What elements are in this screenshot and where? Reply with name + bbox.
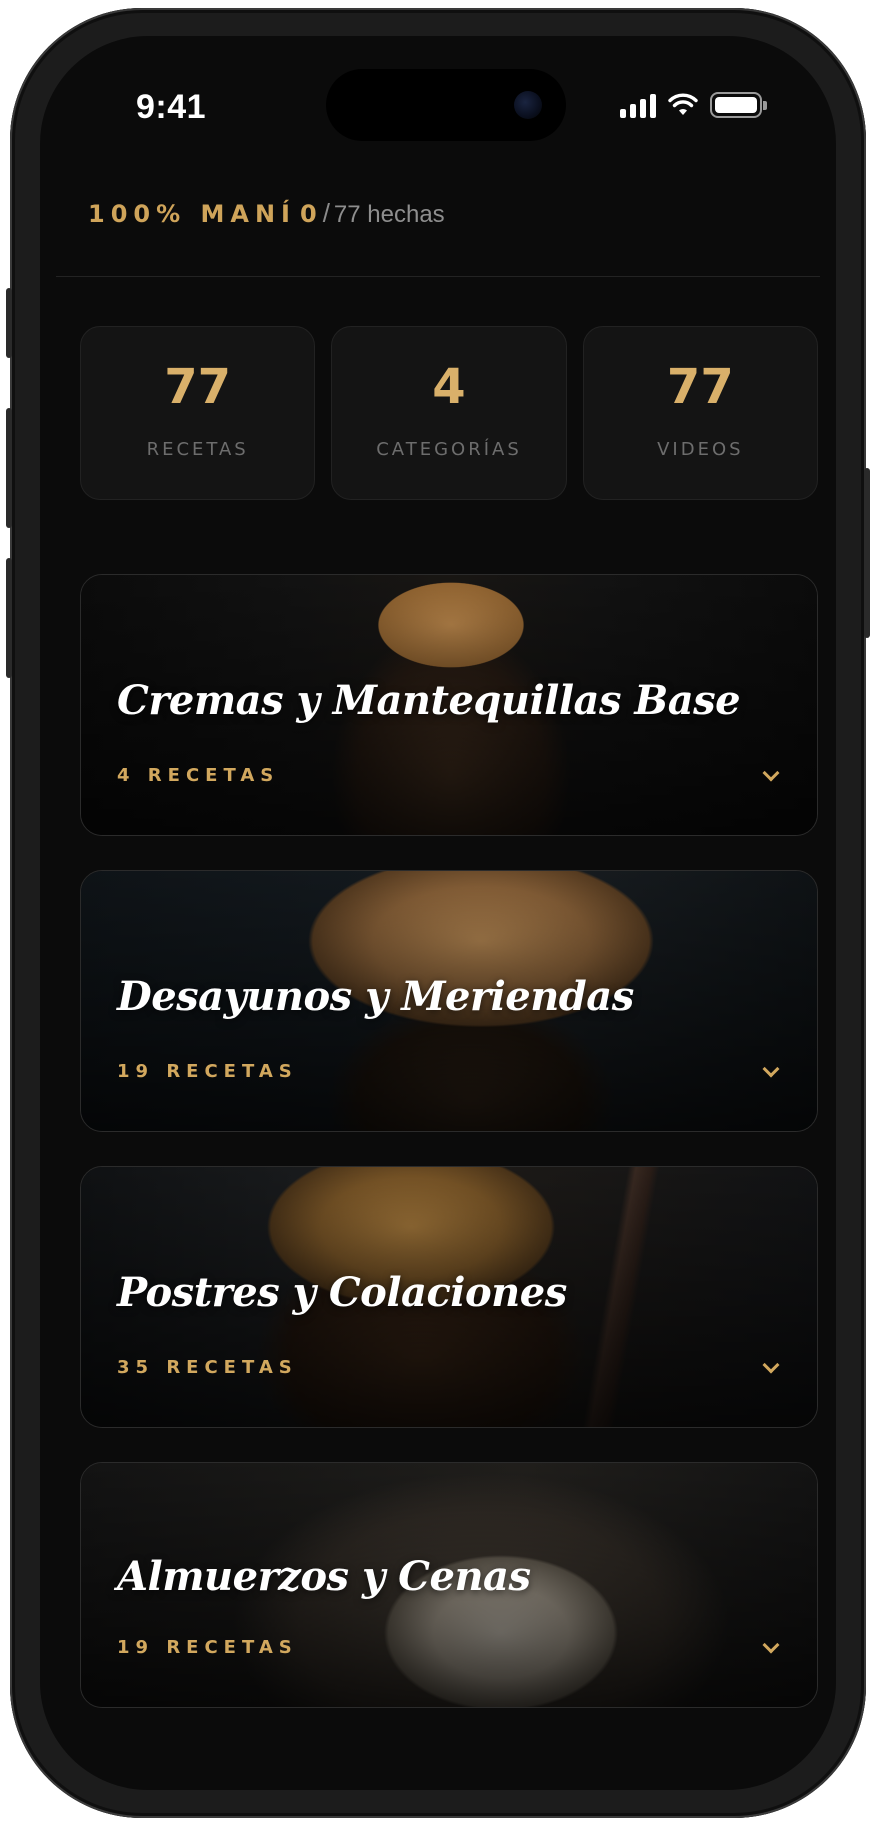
- header-divider: [56, 276, 820, 277]
- category-title: Almuerzos y Cenas: [117, 1553, 531, 1600]
- action-button: [6, 288, 12, 358]
- progress-header: 100% MANÍ 0 / 77 hechas: [88, 198, 445, 229]
- volume-up-button: [6, 408, 12, 528]
- volume-down-button: [6, 558, 12, 678]
- app-screen: 9:41 100% MANÍ 0 / 77 hechas 77 RECETAS …: [40, 36, 836, 1790]
- stat-label: VIDEOS: [657, 439, 744, 460]
- category-recipe-count: 19 RECETAS: [117, 1637, 298, 1658]
- phone-frame: 9:41 100% MANÍ 0 / 77 hechas 77 RECETAS …: [6, 8, 870, 1818]
- stats-row: 77 RECETAS 4 CATEGORÍAS 77 VIDEOS: [80, 326, 818, 500]
- stat-value: 4: [432, 359, 466, 415]
- stat-value: 77: [666, 359, 734, 415]
- category-card-cremas[interactable]: Cremas y Mantequillas Base 4 RECETAS: [80, 574, 818, 836]
- stat-label: CATEGORÍAS: [376, 439, 522, 460]
- wifi-icon: [668, 93, 698, 115]
- category-title: Cremas y Mantequillas Base: [117, 677, 741, 724]
- category-list: Cremas y Mantequillas Base 4 RECETAS Des…: [80, 574, 818, 1742]
- category-title: Postres y Colaciones: [117, 1269, 567, 1316]
- category-card-almuerzos[interactable]: Almuerzos y Cenas 19 RECETAS: [80, 1462, 818, 1708]
- category-title: Desayunos y Meriendas: [117, 973, 634, 1020]
- cellular-signal-icon: [620, 92, 656, 118]
- status-time: 9:41: [136, 88, 207, 126]
- stat-card-categories: 4 CATEGORÍAS: [331, 326, 567, 500]
- front-camera-icon: [514, 91, 542, 119]
- count-separator: /: [322, 198, 330, 228]
- dynamic-island: [326, 69, 566, 141]
- category-card-desayunos[interactable]: Desayunos y Meriendas 19 RECETAS: [80, 870, 818, 1132]
- status-icons: [620, 92, 767, 118]
- stat-value: 77: [164, 359, 232, 415]
- total-done-text: 77 hechas: [333, 201, 445, 228]
- category-recipe-count: 35 RECETAS: [117, 1357, 298, 1378]
- stat-card-recipes: 77 RECETAS: [80, 326, 316, 500]
- brand-title: 100% MANÍ: [88, 200, 296, 228]
- category-recipe-count: 19 RECETAS: [117, 1061, 298, 1082]
- category-card-postres[interactable]: Postres y Colaciones 35 RECETAS: [80, 1166, 818, 1428]
- battery-icon: [710, 92, 767, 118]
- stat-card-videos: 77 VIDEOS: [582, 326, 818, 500]
- done-count: 0: [299, 200, 317, 228]
- power-button: [864, 468, 870, 638]
- category-recipe-count: 4 RECETAS: [117, 765, 280, 786]
- stat-label: RECETAS: [146, 439, 249, 460]
